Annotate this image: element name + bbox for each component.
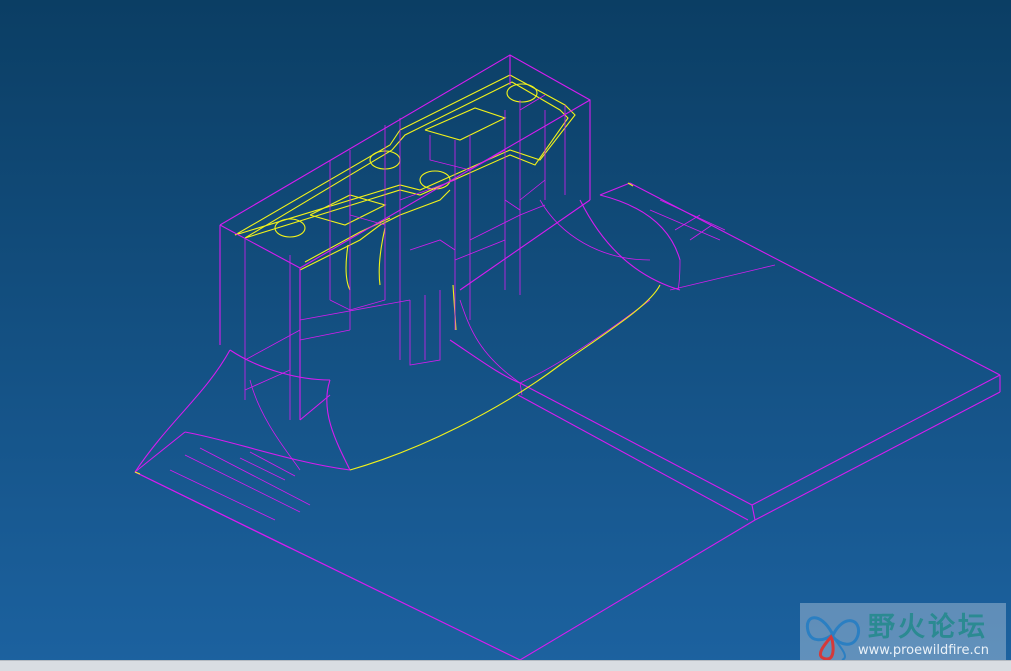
highlighted-edges bbox=[134, 74, 661, 475]
model-viewport[interactable] bbox=[0, 0, 1011, 660]
base-plate-edges bbox=[134, 182, 1001, 660]
butterfly-logo-icon bbox=[802, 605, 864, 667]
watermark: 野火论坛 www.proewildfire.cn bbox=[800, 603, 1006, 663]
watermark-url: www.proewildfire.cn bbox=[858, 643, 989, 658]
block-body-edges bbox=[219, 54, 591, 421]
watermark-title: 野火论坛 bbox=[868, 612, 988, 643]
fillet-edges bbox=[134, 194, 681, 473]
wireframe-model bbox=[134, 54, 1001, 660]
status-bar bbox=[0, 660, 1011, 671]
